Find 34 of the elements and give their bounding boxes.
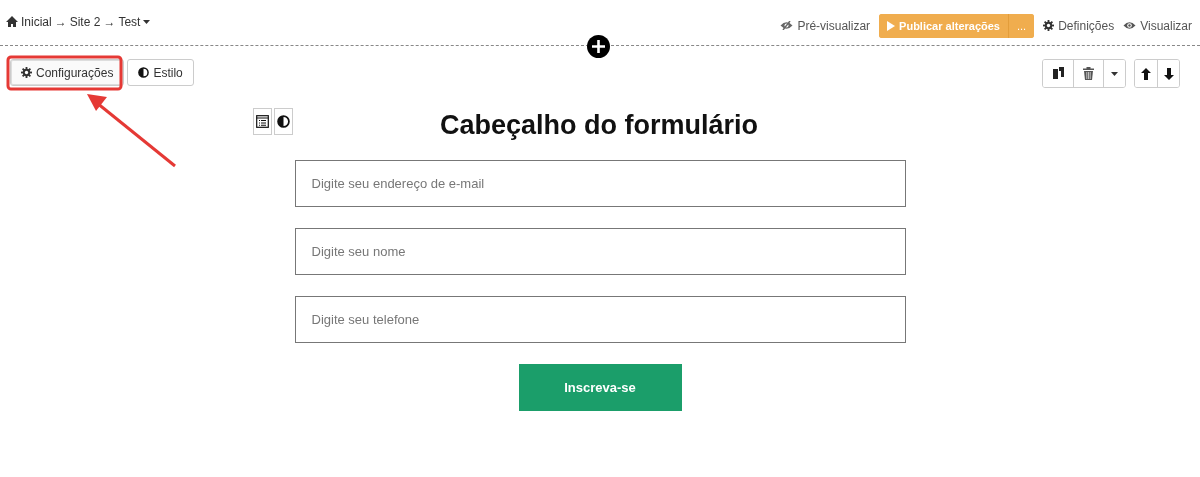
input-field[interactable]: Digite seu endereço de e-mail xyxy=(294,160,906,207)
contrast-icon xyxy=(138,67,150,78)
eye-icon xyxy=(1123,21,1137,30)
breadcrumb-link[interactable]: Test xyxy=(118,14,141,29)
eye-slash-icon xyxy=(780,21,794,30)
gear-icon xyxy=(1043,20,1055,31)
add-icon[interactable] xyxy=(587,35,610,58)
breadcrumb-link[interactable]: Inicial xyxy=(21,14,52,29)
caret-icon xyxy=(1111,71,1118,76)
arrow-down-icon xyxy=(1163,67,1174,80)
list-icon xyxy=(256,115,269,128)
input-field[interactable]: Digite seu nome xyxy=(294,228,906,275)
trash-icon xyxy=(1083,67,1094,80)
breadcrumb-separator: → xyxy=(54,14,67,29)
form-settings-button[interactable] xyxy=(253,108,272,135)
breadcrumb-link[interactable]: Site 2 xyxy=(69,14,101,29)
caret-icon xyxy=(143,19,151,24)
view-button[interactable]: Visualizar xyxy=(1123,18,1192,33)
panel-tab[interactable]: Estilo xyxy=(127,59,194,86)
settings-button[interactable]: Definições xyxy=(1043,18,1115,33)
move-down-button[interactable] xyxy=(1157,60,1179,87)
preview-button[interactable]: Pré-visualizar xyxy=(780,18,871,33)
form-style-button[interactable] xyxy=(274,108,293,135)
dropdown-button[interactable] xyxy=(1103,60,1125,87)
input-field[interactable]: Digite seu telefone xyxy=(294,296,906,343)
breadcrumb-separator: → xyxy=(103,14,116,29)
contrast-icon xyxy=(277,115,290,128)
panel-tab[interactable]: Configurações xyxy=(10,59,125,86)
form-title: Cabeçalho do formulário xyxy=(439,109,758,141)
home-icon xyxy=(6,16,18,27)
play-icon xyxy=(887,20,896,31)
gear-icon xyxy=(21,67,32,78)
arrow-up-icon xyxy=(1141,67,1151,80)
copy-icon xyxy=(1051,67,1065,80)
